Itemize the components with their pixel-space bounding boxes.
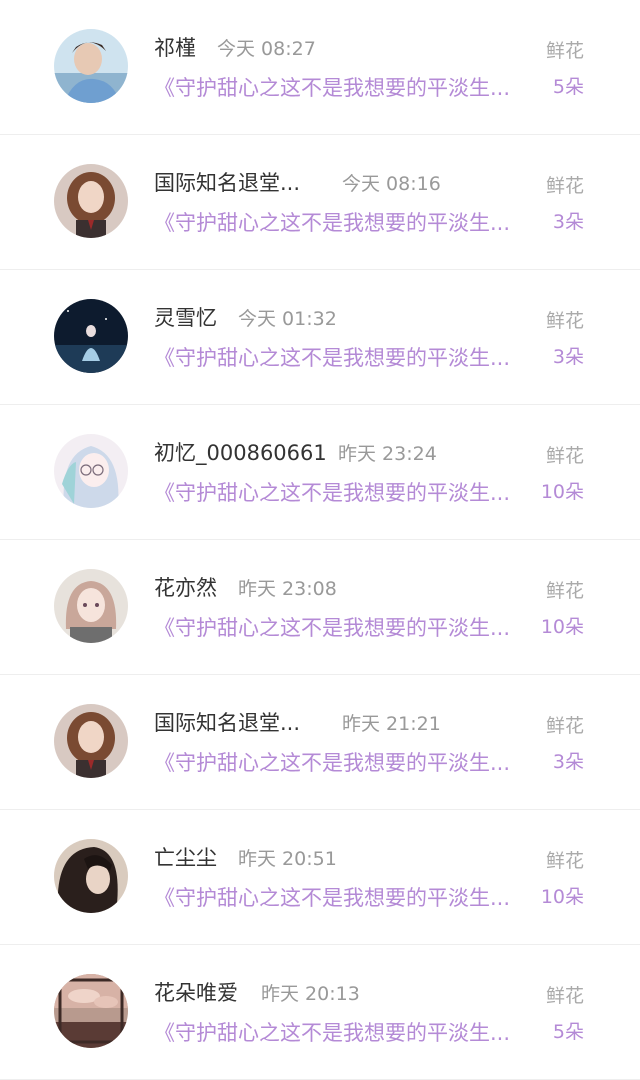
flower-count: 3朵 [552,211,584,233]
list-item[interactable]: 灵雪忆 今天 01:32 《守护甜心之这不是我想要的平淡生... 鲜花 3朵 [0,270,640,405]
user-name: 花朵唯爱 [154,981,238,1005]
timestamp: 昨天 23:24 [338,443,437,465]
flower-count: 10朵 [540,481,584,503]
gift-type-label: 鲜花 [545,715,584,737]
timestamp: 昨天 20:51 [238,848,337,870]
list-item[interactable]: 花朵唯爱 昨天 20:13 《守护甜心之这不是我想要的平淡生... 鲜花 5朵 [0,945,640,1080]
flower-count: 3朵 [552,751,584,773]
avatar[interactable] [54,299,128,373]
list-item[interactable]: 国际知名退堂... 昨天 21:21 《守护甜心之这不是我想要的平淡生... 鲜… [0,675,640,810]
user-name: 国际知名退堂... [154,171,301,195]
avatar[interactable] [54,29,128,103]
gift-type-label: 鲜花 [545,580,584,602]
user-name: 初忆_000860661 [154,441,327,465]
timestamp: 昨天 21:21 [342,713,441,735]
flower-gift-list: 祁槿 今天 08:27 《守护甜心之这不是我想要的平淡生... 鲜花 5朵 国际… [0,0,640,1080]
list-item[interactable]: 亡尘尘 昨天 20:51 《守护甜心之这不是我想要的平淡生... 鲜花 10朵 [0,810,640,945]
book-title[interactable]: 《守护甜心之这不是我想要的平淡生... [154,342,532,372]
gift-type-label: 鲜花 [545,40,584,62]
avatar[interactable] [54,164,128,238]
avatar[interactable] [54,434,128,508]
avatar[interactable] [54,974,128,1048]
avatar[interactable] [54,839,128,913]
list-item[interactable]: 花亦然 昨天 23:08 《守护甜心之这不是我想要的平淡生... 鲜花 10朵 [0,540,640,675]
flower-count: 3朵 [552,346,584,368]
user-name: 灵雪忆 [154,306,217,330]
avatar[interactable] [54,704,128,778]
flower-count: 5朵 [552,76,584,98]
list-item[interactable]: 祁槿 今天 08:27 《守护甜心之这不是我想要的平淡生... 鲜花 5朵 [0,0,640,135]
gift-type-label: 鲜花 [545,445,584,467]
book-title[interactable]: 《守护甜心之这不是我想要的平淡生... [154,207,532,237]
timestamp: 昨天 20:13 [261,983,360,1005]
book-title[interactable]: 《守护甜心之这不是我想要的平淡生... [154,882,532,912]
flower-count: 10朵 [540,886,584,908]
gift-type-label: 鲜花 [545,850,584,872]
book-title[interactable]: 《守护甜心之这不是我想要的平淡生... [154,72,532,102]
user-name: 国际知名退堂... [154,711,301,735]
timestamp: 今天 01:32 [238,308,337,330]
user-name: 亡尘尘 [154,846,217,870]
user-name: 花亦然 [154,576,217,600]
book-title[interactable]: 《守护甜心之这不是我想要的平淡生... [154,747,532,777]
book-title[interactable]: 《守护甜心之这不是我想要的平淡生... [154,477,532,507]
flower-count: 5朵 [552,1021,584,1043]
user-name: 祁槿 [154,36,196,60]
gift-type-label: 鲜花 [545,310,584,332]
timestamp: 今天 08:27 [217,38,316,60]
book-title[interactable]: 《守护甜心之这不是我想要的平淡生... [154,1017,532,1047]
list-item[interactable]: 国际知名退堂... 今天 08:16 《守护甜心之这不是我想要的平淡生... 鲜… [0,135,640,270]
list-item[interactable]: 初忆_000860661 昨天 23:24 《守护甜心之这不是我想要的平淡生..… [0,405,640,540]
timestamp: 今天 08:16 [342,173,441,195]
flower-count: 10朵 [540,616,584,638]
book-title[interactable]: 《守护甜心之这不是我想要的平淡生... [154,612,532,642]
gift-type-label: 鲜花 [545,985,584,1007]
gift-type-label: 鲜花 [545,175,584,197]
avatar[interactable] [54,569,128,643]
timestamp: 昨天 23:08 [238,578,337,600]
